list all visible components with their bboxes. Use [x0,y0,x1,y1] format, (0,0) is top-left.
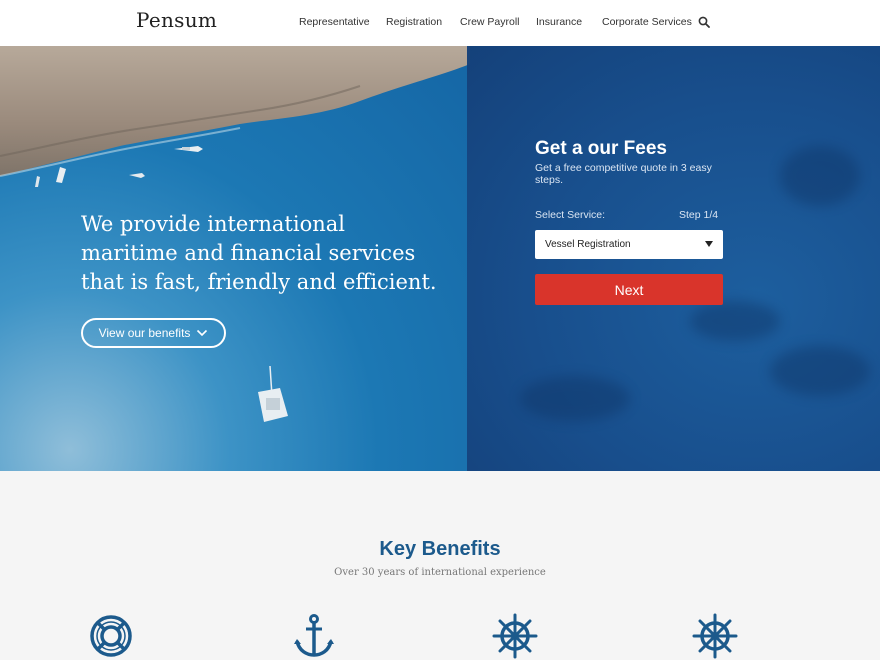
boat-icon [129,173,145,178]
view-benefits-label: View our benefits [98,326,191,340]
step-indicator: Step 1/4 [679,209,719,221]
cliff-image [0,46,470,177]
service-select[interactable]: Vessel Registration [535,230,723,259]
ship-wheel-icon [692,613,738,659]
nav-corporate-services[interactable]: Corporate Services [602,16,692,28]
nav-insurance[interactable]: Insurance [536,16,582,28]
site-header: Pensum Representative Registration Crew … [0,0,880,46]
chevron-down-icon [197,329,208,337]
quote-form-subtitle: Get a free competitive quote in 3 easy s… [535,162,712,186]
service-select-value: Vessel Registration [545,239,631,250]
reef-shadow [520,376,630,421]
key-benefits-subtitle: Over 30 years of international experienc… [334,567,546,578]
catamaran-icon [258,365,288,422]
key-benefits-title: Key Benefits [379,538,501,560]
nav-crew-payroll[interactable]: Crew Payroll [460,16,520,28]
hero-banner: We provide international maritime and fi… [0,46,880,471]
reef-shadow [690,301,780,341]
quote-form-title: Get a our Fees [535,138,667,159]
anchor-icon [294,614,334,657]
boat-icon [35,176,40,187]
ship-wheel-icon [492,613,538,659]
lifebuoy-icon [90,615,132,657]
next-button[interactable]: Next [535,274,723,305]
view-benefits-button[interactable]: View our benefits [81,318,226,348]
select-service-label: Select Service: [535,209,606,221]
hero-headline: We provide international maritime and fi… [81,212,437,294]
boat-icon [56,167,66,183]
reef-shadow [770,346,870,396]
caret-down-icon [705,241,713,247]
site-logo[interactable]: Pensum [136,8,217,32]
reef-shadow [780,146,860,206]
search-icon[interactable] [698,16,710,28]
nav-registration[interactable]: Registration [386,16,442,28]
boat-icon [174,146,203,152]
nav-representative[interactable]: Representative [299,16,370,28]
